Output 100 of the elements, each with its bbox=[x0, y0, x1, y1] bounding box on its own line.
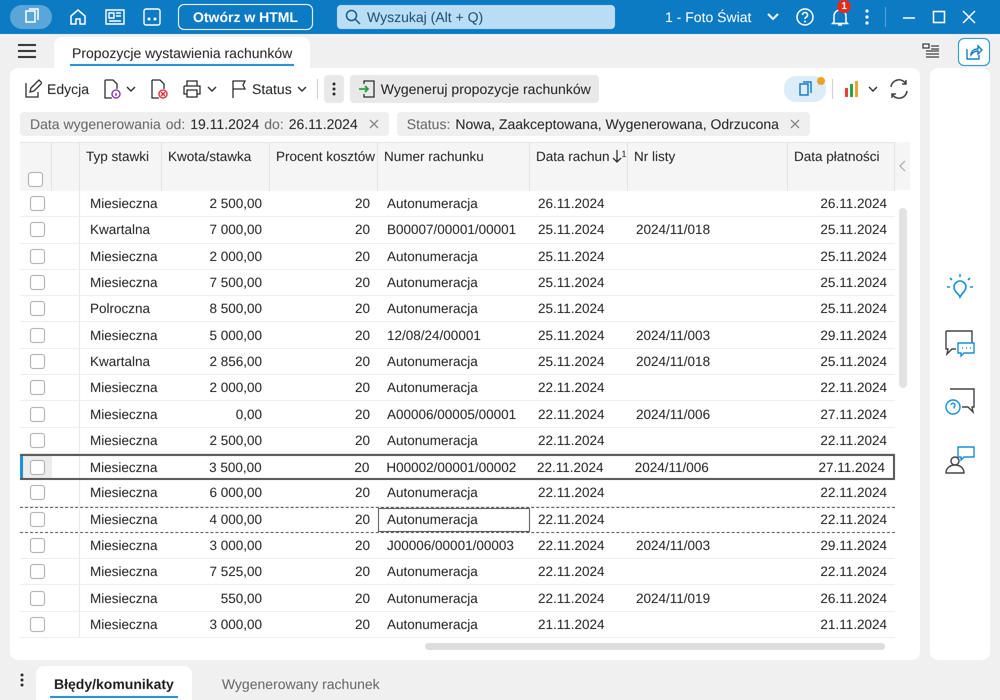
chevron-left-icon[interactable] bbox=[898, 160, 906, 172]
edit-button[interactable]: Edycja bbox=[20, 75, 94, 103]
table-cell[interactable]: Autonumeracja bbox=[378, 244, 530, 269]
row-selector[interactable] bbox=[20, 456, 52, 478]
table-cell: Miesieczna bbox=[90, 564, 158, 580]
table-cell[interactable]: Autonumeracja bbox=[378, 296, 530, 322]
caret-icon bbox=[207, 86, 218, 92]
table-cell: Kwartalna bbox=[90, 222, 150, 238]
refresh-icon[interactable] bbox=[888, 78, 910, 100]
company-selector[interactable]: 1 - Foto Świat bbox=[665, 9, 752, 25]
table-cell[interactable]: Autonumeracja bbox=[378, 508, 530, 532]
chevron-down-icon[interactable] bbox=[767, 13, 780, 21]
table-cell[interactable]: Autonumeracja bbox=[378, 585, 530, 611]
table-cell: 22.11.2024 bbox=[820, 512, 887, 528]
menu-icon[interactable] bbox=[18, 44, 36, 58]
column-header[interactable]: Kwota/stawka bbox=[168, 149, 252, 164]
column-header[interactable]: Data płatności bbox=[794, 149, 880, 164]
table-cell: 2024/11/006 bbox=[634, 460, 709, 475]
column-header[interactable]: Typ stawki bbox=[86, 149, 150, 164]
row-checkbox[interactable] bbox=[30, 222, 45, 238]
table-cell: 2024/11/018 bbox=[636, 354, 710, 369]
lightbulb-icon[interactable] bbox=[945, 273, 975, 301]
search-field[interactable]: Wyszukaj (Alt + Q) bbox=[337, 5, 615, 29]
table-cell: 2024/11/018 bbox=[636, 222, 710, 238]
row-checkbox[interactable] bbox=[30, 432, 45, 448]
table-cell[interactable]: Autonumeracja bbox=[378, 270, 530, 296]
close-icon[interactable] bbox=[368, 119, 379, 129]
share-button[interactable] bbox=[958, 38, 990, 66]
table-cell[interactable]: Autonumeracja bbox=[378, 559, 530, 584]
table-cell: 20 bbox=[354, 248, 370, 264]
document-tab[interactable]: Propozycje wystawienia rachunków bbox=[54, 37, 310, 68]
bottom-tab[interactable]: Błędy/komunikaty bbox=[36, 666, 192, 700]
table-cell: 25.11.2024 bbox=[820, 275, 887, 290]
chat-icon[interactable] bbox=[944, 329, 976, 359]
more-actions-button[interactable] bbox=[324, 75, 344, 103]
row-checkbox[interactable] bbox=[30, 512, 45, 528]
row-checkbox[interactable] bbox=[30, 564, 45, 580]
select-all-checkbox[interactable] bbox=[28, 172, 43, 187]
horizontal-scrollbar[interactable] bbox=[425, 642, 885, 650]
more-icon[interactable] bbox=[20, 673, 24, 687]
table-cell[interactable]: J00006/00001/00003 bbox=[378, 532, 530, 558]
maximize-icon[interactable] bbox=[932, 10, 946, 24]
table-cell[interactable]: 12/08/24/00001 bbox=[378, 322, 530, 348]
column-header[interactable]: Numer rachunku bbox=[384, 149, 484, 164]
row-checkbox[interactable] bbox=[30, 485, 45, 500]
table-cell: 25.11.2024 bbox=[820, 301, 887, 316]
close-icon[interactable] bbox=[790, 119, 800, 129]
help-icon[interactable] bbox=[795, 7, 816, 27]
row-checkbox[interactable] bbox=[30, 406, 45, 422]
row-checkbox[interactable] bbox=[30, 301, 45, 316]
sync-status-icon[interactable] bbox=[784, 76, 826, 102]
row-checkbox[interactable] bbox=[30, 380, 45, 396]
row-checkbox[interactable] bbox=[30, 616, 45, 632]
table-cell: 22.11.2024 bbox=[538, 538, 605, 553]
table-cell: Miesieczna bbox=[90, 196, 158, 212]
table-cell: 2024/11/003 bbox=[636, 538, 710, 553]
table-cell[interactable]: Autonumeracja bbox=[378, 480, 530, 506]
table-cell[interactable]: A00006/00005/00001 bbox=[378, 401, 530, 427]
table-cell: 3 000,00 bbox=[209, 538, 262, 553]
row-checkbox[interactable] bbox=[30, 354, 45, 369]
more-icon bbox=[332, 82, 336, 96]
generate-button[interactable]: Wygeneruj propozycje rachunków bbox=[350, 75, 599, 103]
table-cell: 22.11.2024 bbox=[538, 380, 605, 396]
column-header[interactable]: Data rachun bbox=[536, 149, 610, 164]
table-cell: 22.11.2024 bbox=[538, 406, 605, 422]
table-cell: Miesieczna bbox=[90, 616, 158, 632]
support-chat-icon[interactable] bbox=[944, 445, 976, 475]
table-cell[interactable]: Autonumeracja bbox=[378, 348, 530, 374]
table-cell[interactable]: Autonumeracja bbox=[378, 191, 530, 216]
sort-indicator[interactable]: 1 bbox=[612, 149, 627, 163]
filter-chip[interactable]: Data wygenerowania od: 19.11.2024 do: 26.11.2024 bbox=[20, 112, 389, 136]
row-checkbox[interactable] bbox=[30, 248, 45, 264]
table-cell[interactable]: B00007/00001/00001 bbox=[378, 217, 530, 243]
newspaper-icon[interactable] bbox=[104, 8, 126, 26]
bottom-tab[interactable]: Wygenerowany rachunek bbox=[204, 666, 398, 700]
app-logo-icon[interactable] bbox=[10, 5, 52, 29]
row-checkbox[interactable] bbox=[30, 275, 45, 290]
help-chat-icon[interactable] bbox=[944, 387, 976, 417]
filter-chip[interactable]: Status: Nowa, Zaakceptowana, Wygenerowana, Odrzucona bbox=[396, 112, 810, 136]
table-cell[interactable]: Autonumeracja bbox=[378, 428, 530, 453]
vertical-scrollbar[interactable] bbox=[898, 208, 906, 388]
row-checkbox[interactable] bbox=[30, 196, 45, 212]
share-icon bbox=[965, 43, 983, 61]
list-view-icon[interactable] bbox=[922, 42, 940, 60]
open-html-button[interactable]: Otwórz w HTML bbox=[178, 4, 313, 30]
column-header[interactable]: Procent kosztów bbox=[276, 149, 376, 164]
row-checkbox[interactable] bbox=[30, 460, 45, 475]
column-header[interactable]: Nr listy bbox=[634, 149, 676, 164]
table-cell[interactable]: H00002/00001/00002 bbox=[377, 456, 529, 478]
document-delete-icon bbox=[150, 79, 168, 99]
home-icon[interactable] bbox=[68, 7, 88, 27]
row-checkbox[interactable] bbox=[30, 538, 45, 553]
table-cell: Miesieczna bbox=[90, 248, 158, 264]
table-cell[interactable]: Autonumeracja bbox=[378, 612, 530, 638]
row-checkbox[interactable] bbox=[30, 328, 45, 343]
status-button[interactable]: Status bbox=[227, 75, 311, 103]
table-cell[interactable]: Autonumeracja bbox=[378, 375, 530, 400]
row-checkbox[interactable] bbox=[30, 590, 45, 606]
table-cell: 25.11.2024 bbox=[538, 354, 605, 369]
bell-icon[interactable] bbox=[831, 7, 850, 27]
